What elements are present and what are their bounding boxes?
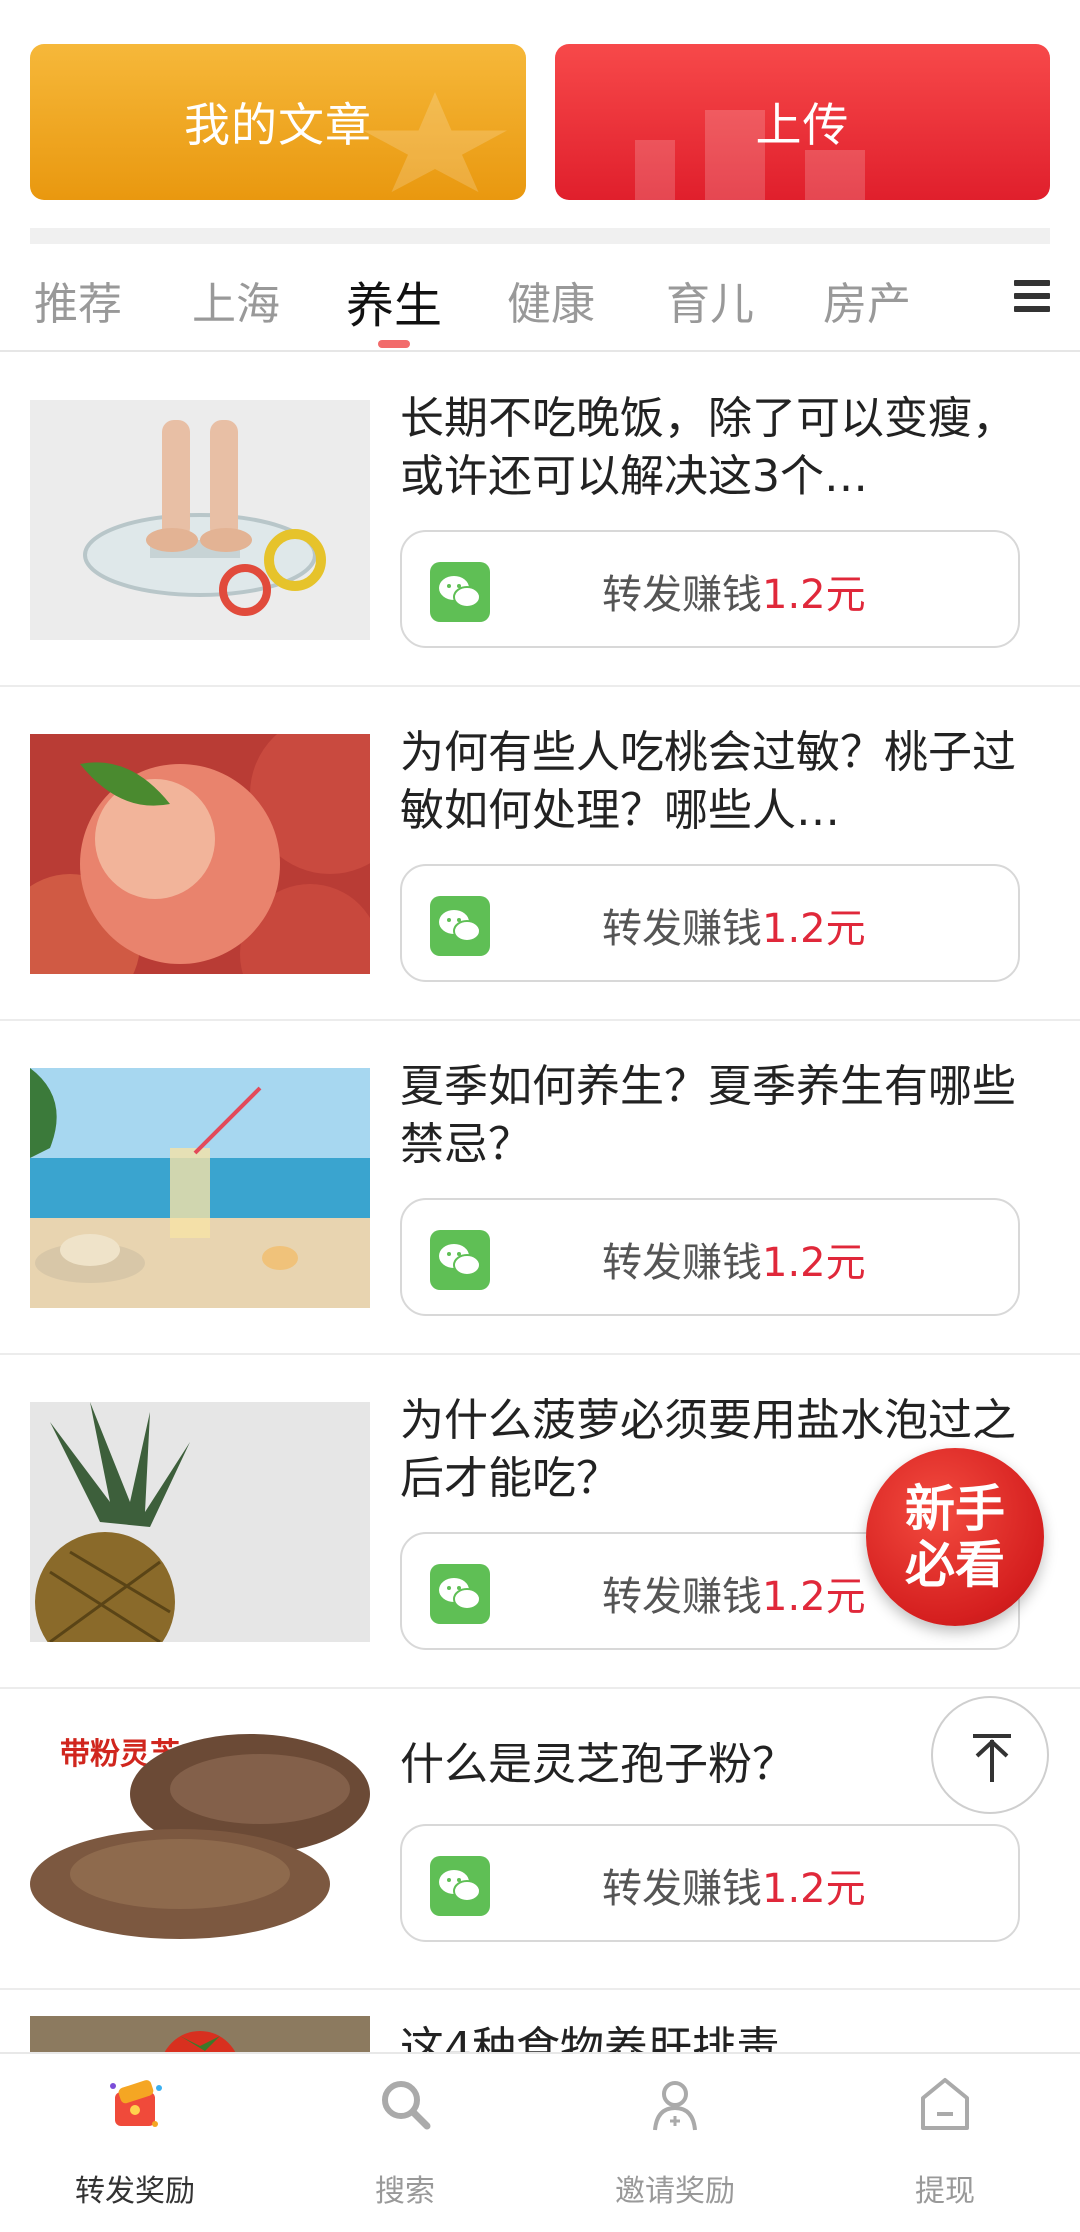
share-earn-button[interactable]: 转发赚钱1.2元 [400,864,1020,982]
share-earn-text: 转发赚钱1.2元 [602,906,866,952]
list-item[interactable]: 带粉灵芝 什么是灵芝孢子粉？ 转发赚钱1.2元 [0,1690,1080,1990]
article-thumbnail-beach [30,1068,370,1308]
share-earn-text: 转发赚钱1.2元 [602,1240,866,1286]
wechat-icon [430,562,490,622]
tab-health[interactable]: 健康 [507,268,595,332]
arrow-up-icon [973,1734,1011,1782]
hamburger-menu-icon[interactable] [1014,280,1050,312]
share-earn-text: 转发赚钱1.2元 [602,1866,866,1912]
list-item[interactable]: 这4种食物养肝排毒 [0,1992,1080,2052]
article-thumbnail-lingzhi: 带粉灵芝 [30,1714,370,1954]
tab-shanghai[interactable]: 上海 [192,268,280,332]
user-add-icon [653,2081,697,2131]
share-amount: 1.2元 [762,1240,866,1286]
list-item[interactable]: 夏季如何养生？夏季养生有哪些禁忌？ 转发赚钱1.2元 [0,1022,1080,1355]
tab-recommend[interactable]: 推荐 [34,268,122,332]
share-earn-button[interactable]: 转发赚钱1.2元 [400,1824,1020,1942]
nav-label: 邀请奖励 [615,2174,735,2209]
my-articles-button[interactable]: 我的文章 [30,44,526,200]
wechat-icon [430,1230,490,1290]
list-item[interactable]: 长期不吃晚饭，除了可以变瘦，或许还可以解决这3个… 转发赚钱1.2元 [0,354,1080,687]
wallet-icon [921,2078,969,2130]
newbie-line-2: 必看 [905,1536,1005,1594]
share-amount: 1.2元 [762,1574,866,1620]
share-earn-text: 转发赚钱1.2元 [602,1574,866,1620]
article-thumbnail-peach [30,734,370,974]
article-thumbnail-scale [30,400,370,640]
tab-real-estate[interactable]: 房产 [823,268,911,332]
divider-strip [30,228,1050,244]
nav-label: 搜索 [375,2174,435,2209]
gift-icon [110,2080,162,2127]
search-icon [382,2081,431,2130]
nav-item-search[interactable]: 搜索 [270,2054,540,2232]
bar-decoration [805,150,865,200]
nav-label: 转发奖励 [75,2174,195,2209]
share-amount: 1.2元 [762,906,866,952]
tab-health-care[interactable]: 养生 [346,266,442,336]
share-earn-text: 转发赚钱1.2元 [602,572,866,618]
article-title[interactable]: 为何有些人吃桃会过敏？桃子过敏如何处理？哪些人… [400,724,1030,840]
share-earn-button[interactable]: 转发赚钱1.2元 [400,530,1020,648]
article-title[interactable]: 长期不吃晚饭，除了可以变瘦，或许还可以解决这3个… [400,390,1030,506]
bar-decoration [635,140,675,200]
article-title[interactable]: 夏季如何养生？夏季养生有哪些禁忌？ [400,1058,1030,1174]
active-tab-indicator [378,340,410,348]
nav-item-invite-reward[interactable]: 邀请奖励 [540,2054,810,2232]
article-thumbnail-pineapple [30,1402,370,1642]
category-tabs: 推荐 上海 养生 健康 育儿 房产 [0,262,1080,352]
upload-button[interactable]: 上传 [555,44,1050,200]
tab-parenting[interactable]: 育儿 [666,268,754,332]
nav-label: 提现 [915,2174,975,2209]
share-amount: 1.2元 [762,1866,866,1912]
wechat-icon [430,1856,490,1916]
wechat-icon [430,1564,490,1624]
share-earn-button[interactable]: 转发赚钱1.2元 [400,1198,1020,1316]
newbie-guide-button[interactable]: 新手 必看 [866,1448,1044,1626]
article-thumbnail-tomato [30,2016,370,2052]
star-decoration [363,92,507,193]
article-title[interactable]: 这4种食物养肝排毒 [400,2020,1030,2052]
share-amount: 1.2元 [762,572,866,618]
back-to-top-button[interactable] [931,1696,1049,1814]
my-articles-label: 我的文章 [184,98,372,152]
list-item[interactable]: 为何有些人吃桃会过敏？桃子过敏如何处理？哪些人… 转发赚钱1.2元 [0,688,1080,1021]
newbie-line-1: 新手 [905,1480,1005,1538]
nav-item-share-reward[interactable]: 转发奖励 [0,2054,270,2232]
nav-item-withdraw[interactable]: 提现 [810,2054,1080,2232]
upload-label: 上传 [755,98,850,152]
bottom-navigation: 转发奖励 搜索 邀请奖励 提现 [0,2052,1080,2232]
wechat-icon [430,896,490,956]
